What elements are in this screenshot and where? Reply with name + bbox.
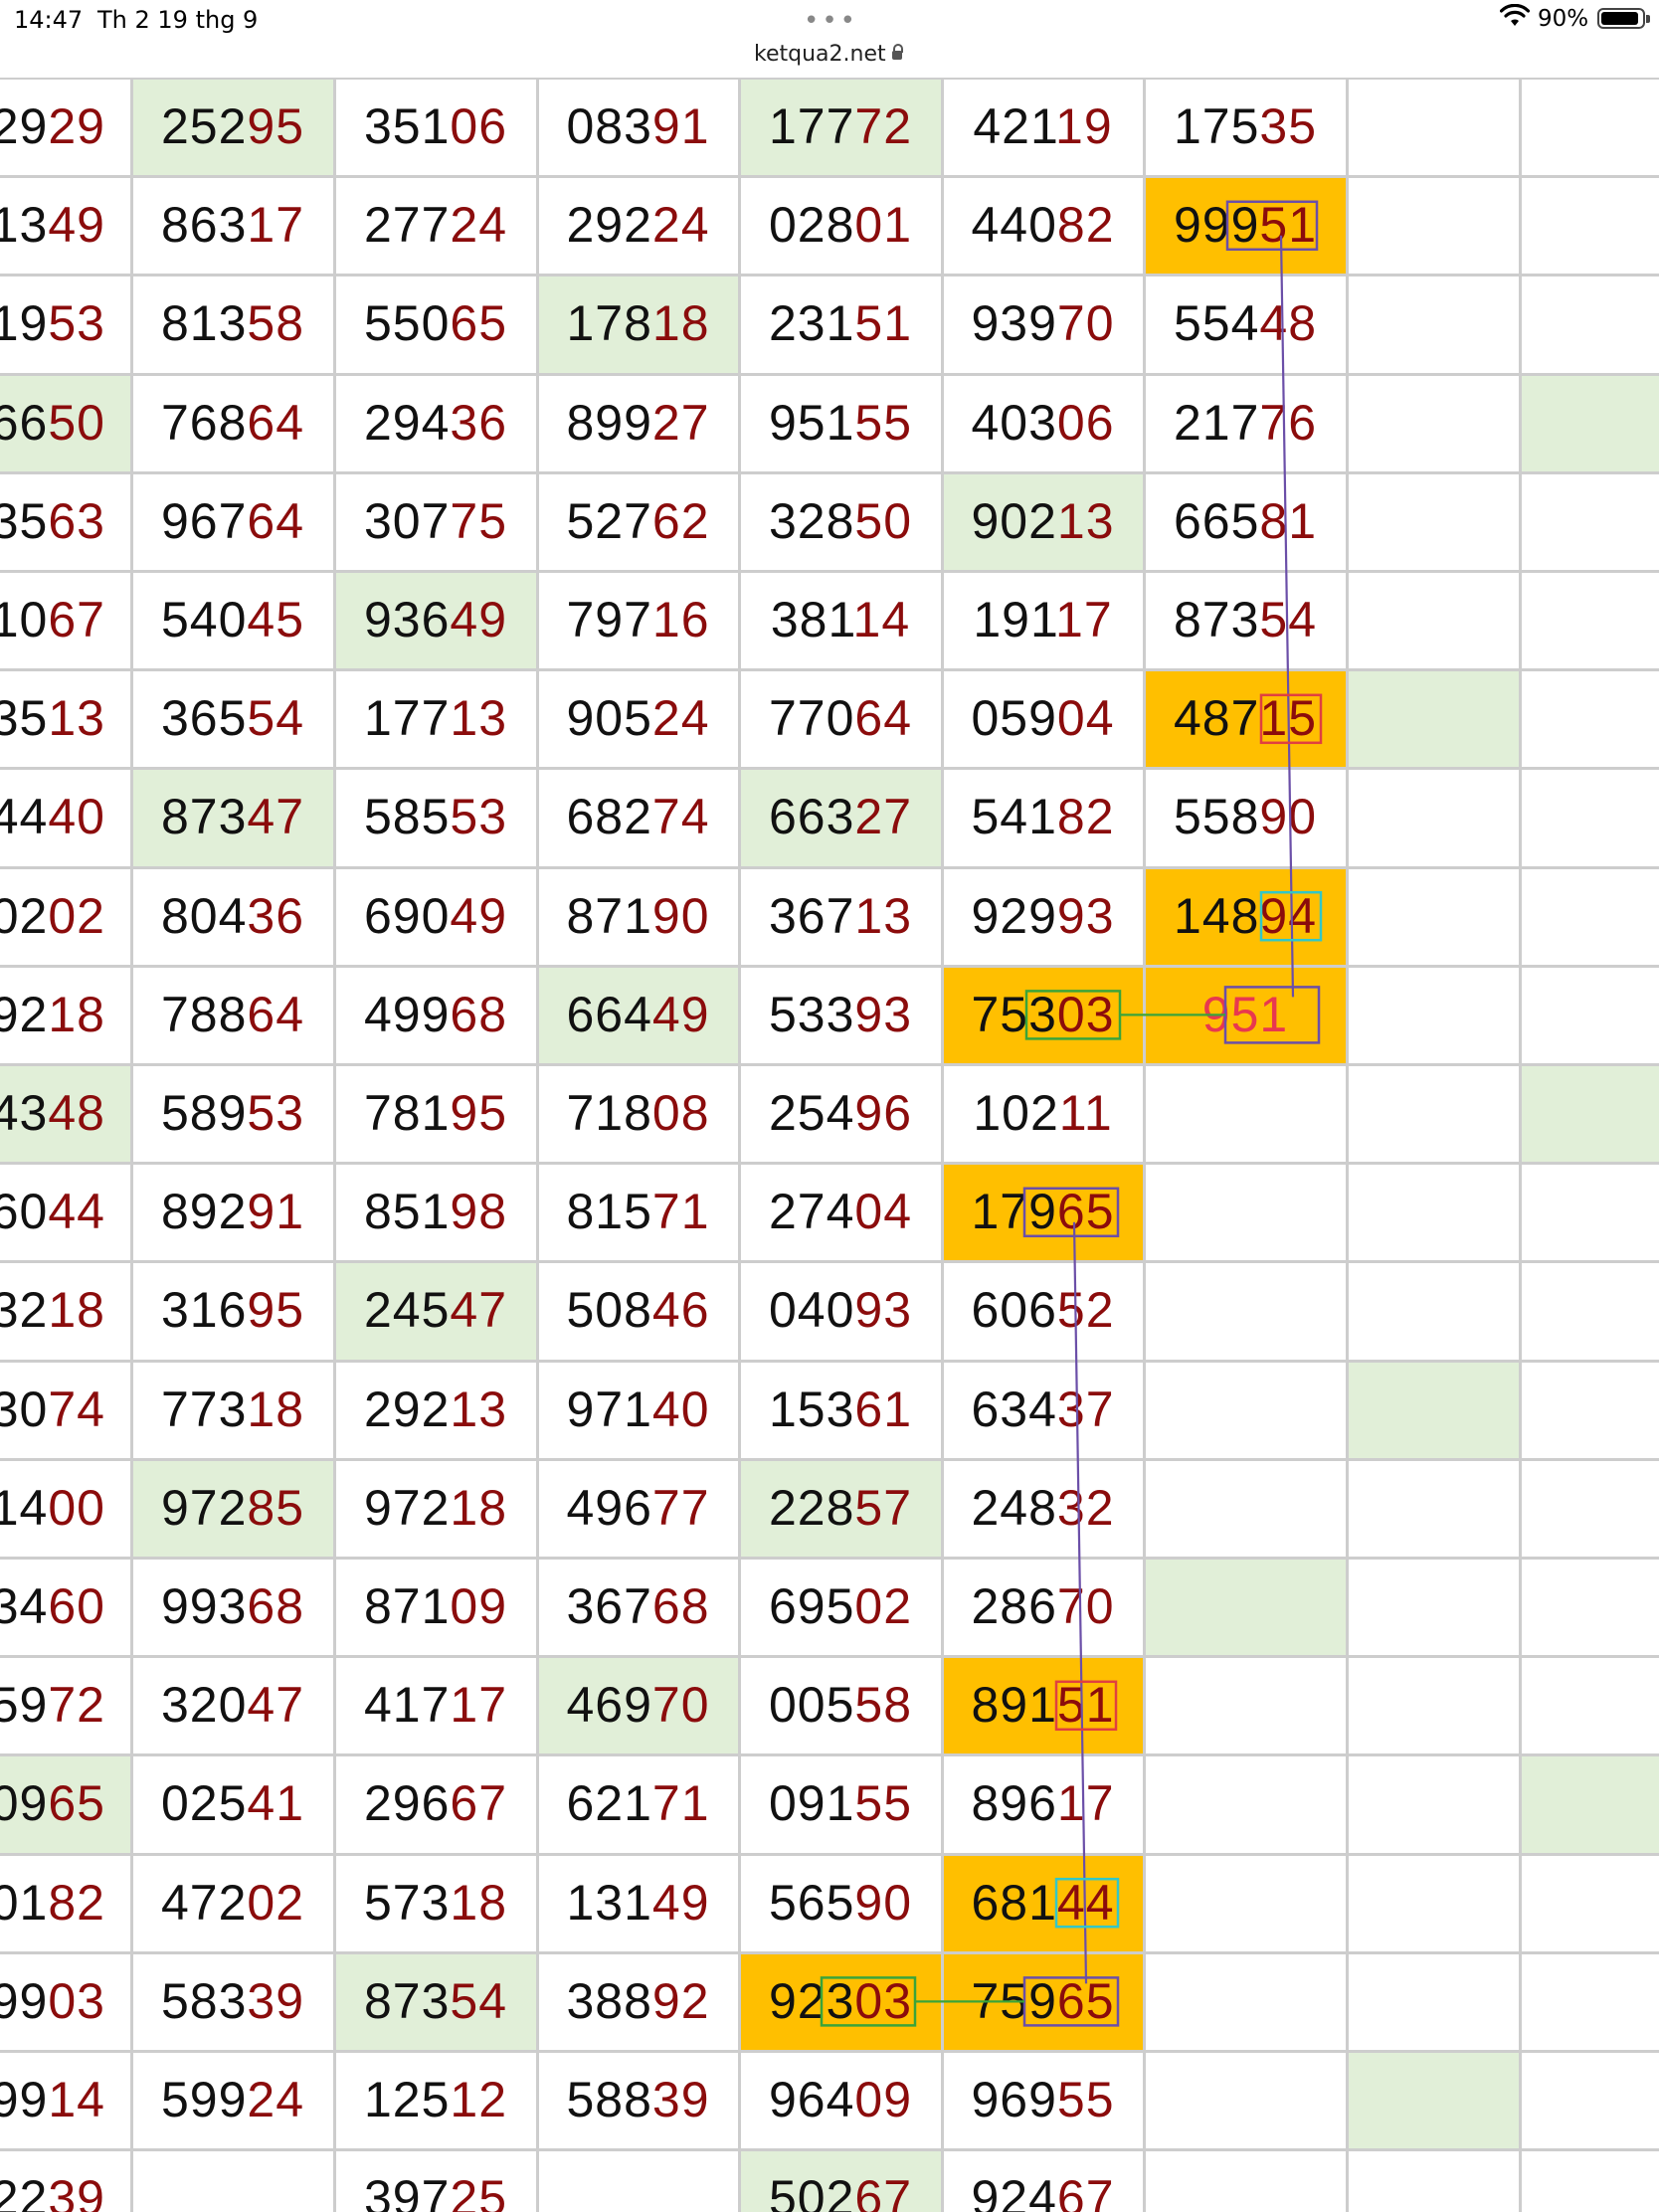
pattern-line — [1279, 235, 1295, 998]
highlight-box — [1225, 200, 1319, 252]
highlight-box — [1022, 1187, 1120, 1238]
url-text: ketqua2.net — [754, 42, 886, 67]
highlight-box — [1259, 693, 1323, 745]
highlight-box — [1223, 986, 1321, 1044]
pattern-line — [1072, 1221, 1088, 1984]
highlight-box — [1054, 1877, 1120, 1929]
wifi-icon — [1500, 4, 1530, 26]
address-bar[interactable]: ketqua2.net — [754, 42, 903, 67]
battery-percent: 90% — [1538, 6, 1589, 32]
highlight-box — [820, 1976, 917, 2027]
status-time: 14:47 — [14, 6, 84, 34]
status-bar: 14:47 Th 2 19 thg 9 ••• ketqua2.net 90% — [0, 0, 1659, 78]
highlight-box — [1054, 1680, 1118, 1732]
highlight-box — [1024, 990, 1122, 1040]
more-dots-icon[interactable]: ••• — [804, 6, 858, 36]
pattern-overlay — [820, 200, 1323, 2027]
status-date: Th 2 19 thg 9 — [97, 6, 259, 34]
highlight-box — [1022, 1976, 1120, 2027]
lock-icon — [891, 44, 903, 60]
battery-icon — [1597, 8, 1650, 29]
